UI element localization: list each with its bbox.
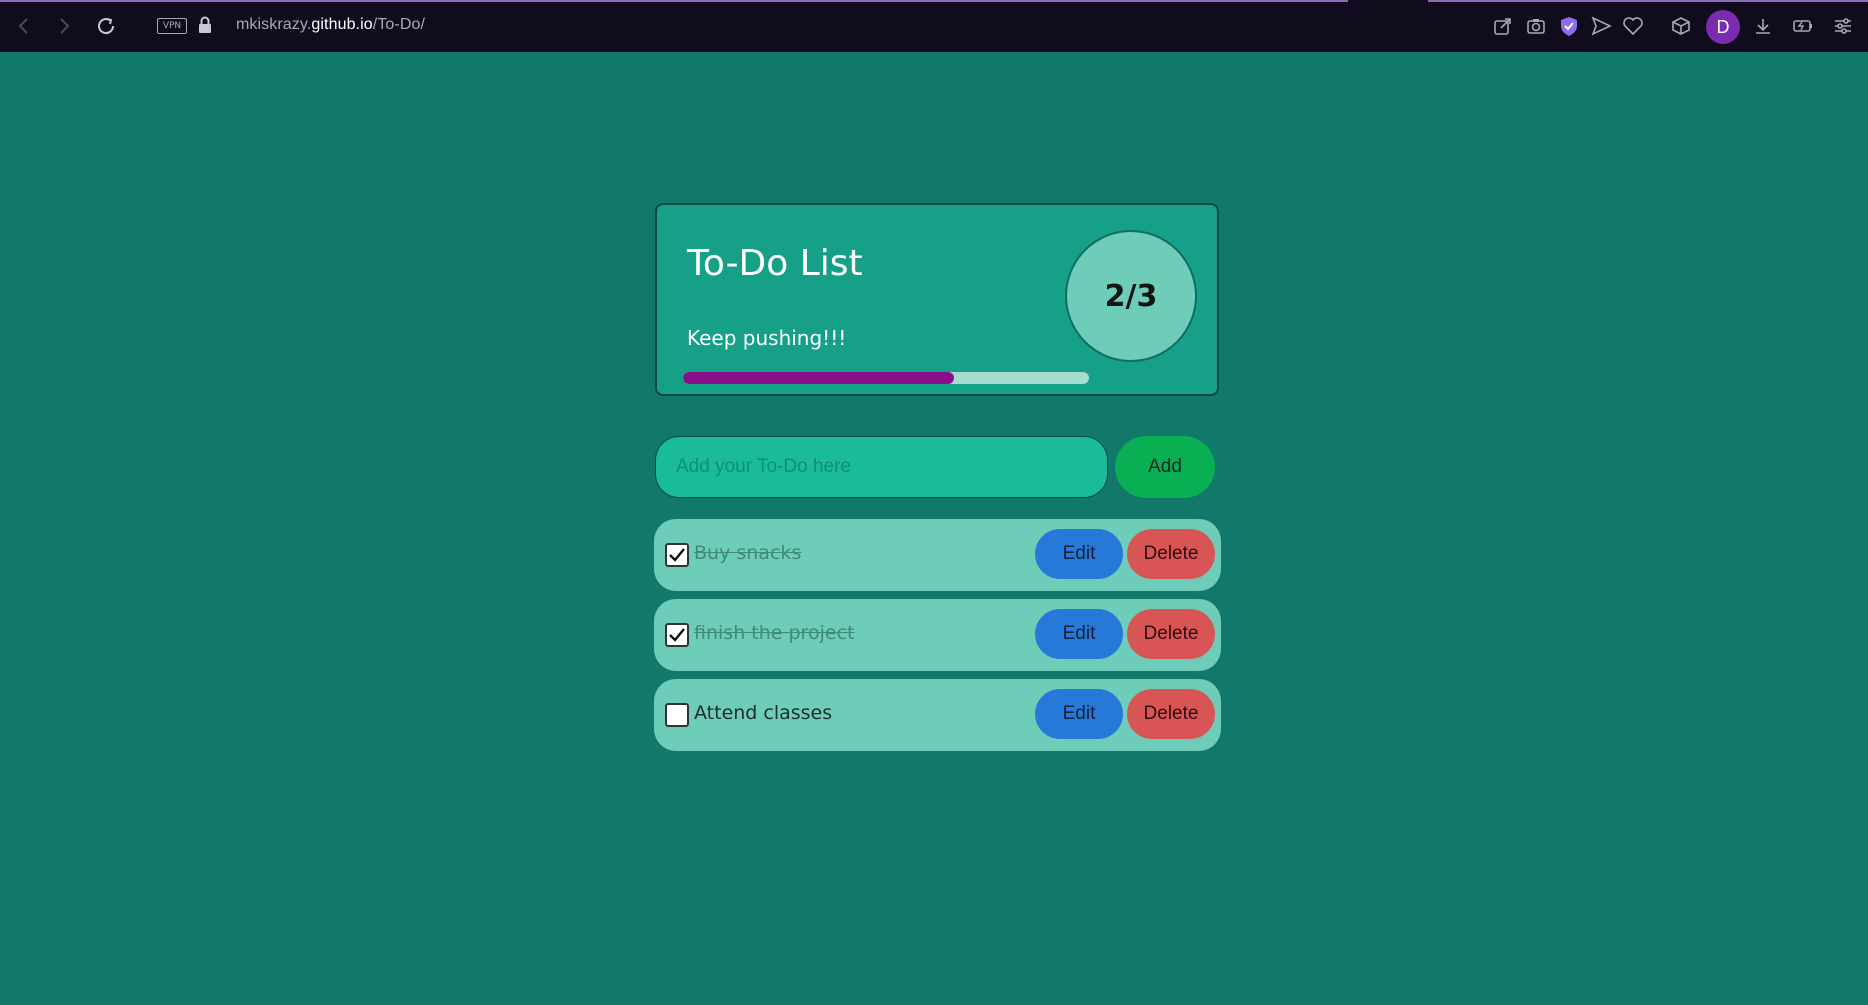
url-prefix: mkiskrazy. bbox=[236, 16, 312, 33]
share-icon[interactable] bbox=[1492, 15, 1514, 37]
page-title: To-Do List bbox=[687, 243, 863, 284]
reload-icon[interactable] bbox=[94, 14, 118, 38]
send-icon[interactable] bbox=[1590, 15, 1612, 37]
battery-icon[interactable] bbox=[1792, 15, 1814, 37]
todo-checkbox[interactable] bbox=[665, 543, 689, 567]
download-icon[interactable] bbox=[1752, 15, 1774, 37]
todo-checkbox[interactable] bbox=[665, 703, 689, 727]
todo-item: finish the project Edit Delete bbox=[654, 599, 1221, 671]
address-bar[interactable]: mkiskrazy.github.io/To-Do/ bbox=[236, 16, 425, 34]
vpn-badge[interactable]: VPN bbox=[157, 18, 187, 34]
delete-button[interactable]: Delete bbox=[1127, 529, 1215, 579]
avatar[interactable]: D bbox=[1706, 10, 1740, 44]
header-card: To-Do List Keep pushing!!! 2/3 bbox=[655, 203, 1219, 396]
todo-text: Buy snacks bbox=[694, 542, 802, 564]
todo-text: finish the project bbox=[694, 622, 855, 644]
tab-indicator bbox=[1428, 0, 1868, 2]
camera-icon[interactable] bbox=[1525, 15, 1547, 37]
cube-icon[interactable] bbox=[1670, 15, 1692, 37]
edit-button[interactable]: Edit bbox=[1035, 609, 1123, 659]
edit-button[interactable]: Edit bbox=[1035, 689, 1123, 739]
checkmark-icon bbox=[669, 548, 685, 562]
url-path: /To-Do/ bbox=[372, 16, 426, 33]
back-icon[interactable] bbox=[12, 14, 36, 38]
lock-icon[interactable] bbox=[198, 16, 212, 34]
delete-button[interactable]: Delete bbox=[1127, 609, 1215, 659]
completion-counter: 2/3 bbox=[1065, 230, 1197, 362]
progress-bar bbox=[683, 372, 1089, 384]
todo-list: Buy snacks Edit Delete finish the projec… bbox=[654, 519, 1221, 759]
page-subtitle: Keep pushing!!! bbox=[687, 326, 847, 350]
url-host: github.io bbox=[311, 16, 373, 33]
add-button[interactable]: Add bbox=[1115, 436, 1215, 498]
todo-item: Buy snacks Edit Delete bbox=[654, 519, 1221, 591]
checkmark-icon bbox=[669, 628, 685, 642]
browser-toolbar: VPN mkiskrazy.github.io/To-Do/ D bbox=[0, 0, 1868, 52]
todo-text: Attend classes bbox=[694, 702, 833, 724]
todo-checkbox[interactable] bbox=[665, 623, 689, 647]
tab-indicator bbox=[0, 0, 1348, 2]
shield-icon[interactable] bbox=[1558, 15, 1580, 37]
progress-fill bbox=[683, 372, 954, 384]
edit-button[interactable]: Edit bbox=[1035, 529, 1123, 579]
todo-input[interactable] bbox=[655, 436, 1108, 498]
settings-icon[interactable] bbox=[1832, 15, 1854, 37]
delete-button[interactable]: Delete bbox=[1127, 689, 1215, 739]
heart-icon[interactable] bbox=[1622, 15, 1644, 37]
forward-icon[interactable] bbox=[52, 14, 76, 38]
todo-item: Attend classes Edit Delete bbox=[654, 679, 1221, 751]
